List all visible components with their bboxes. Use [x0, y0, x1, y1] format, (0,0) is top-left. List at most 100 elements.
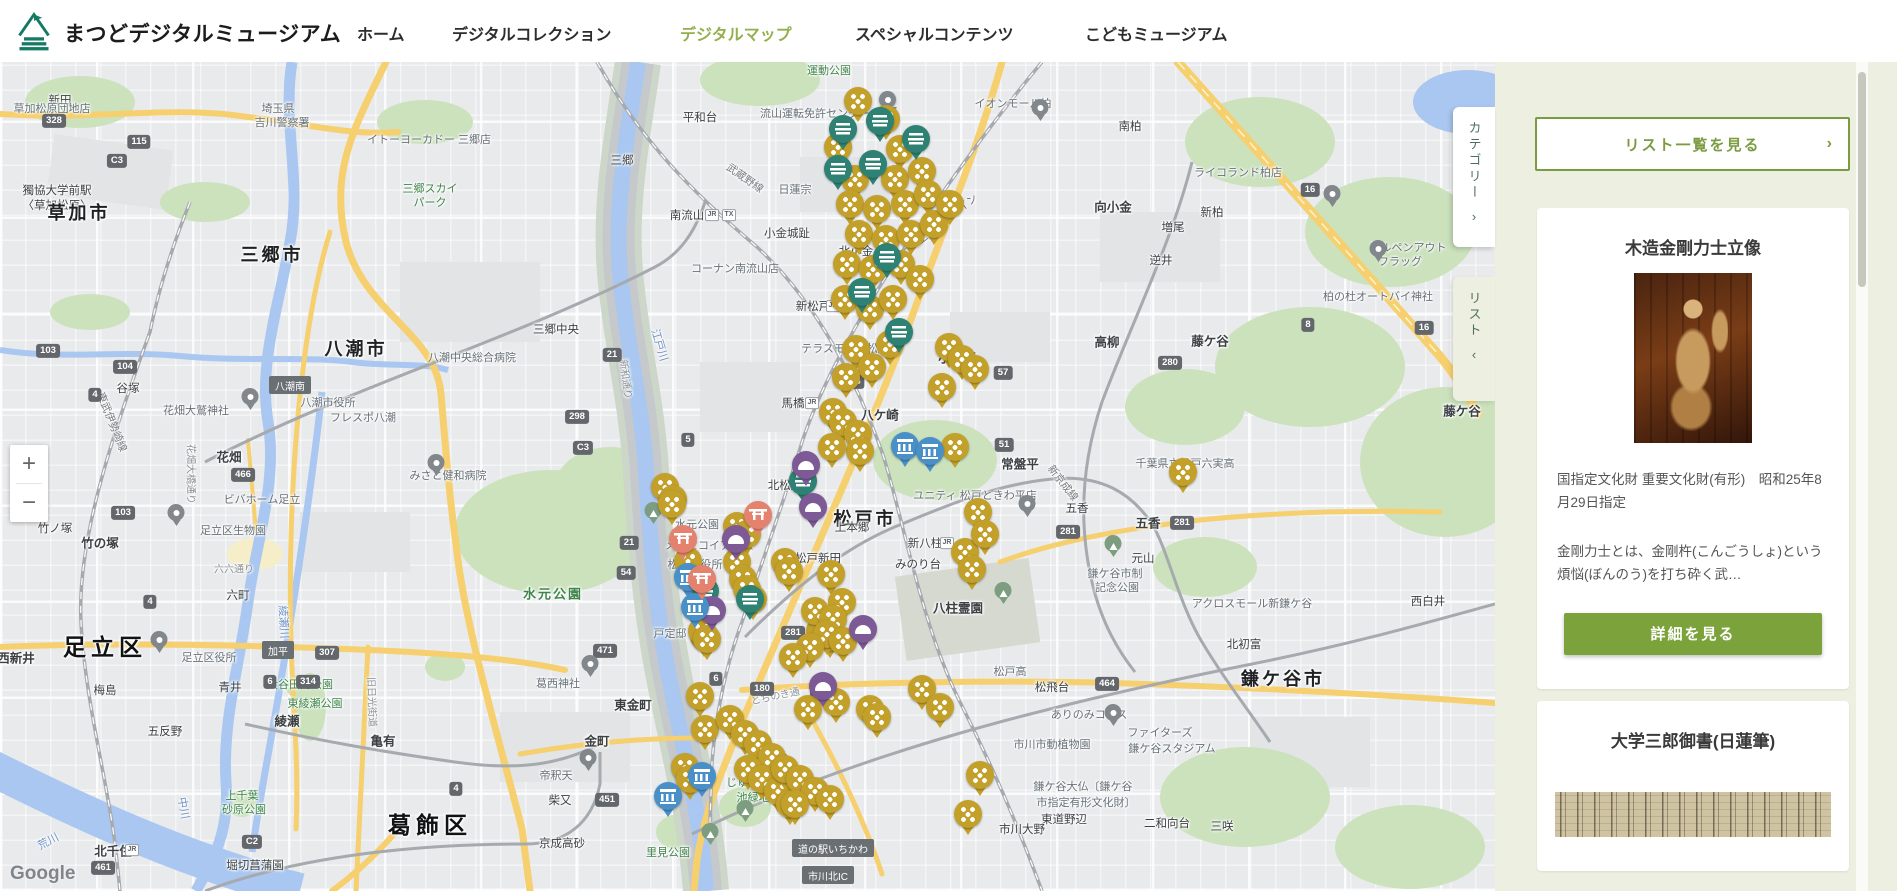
- map-label: みのり台: [895, 559, 941, 571]
- marker-blue-museum[interactable]: [916, 437, 944, 472]
- sidebar-scrollbar[interactable]: [1856, 62, 1868, 891]
- poi-paw-icon[interactable]: [1104, 704, 1122, 726]
- marker-gold-dots[interactable]: [818, 433, 846, 468]
- marker-coral-torii[interactable]: [744, 501, 772, 536]
- nav-kids-museum[interactable]: こどもミュージアム: [1085, 21, 1228, 45]
- marker-teal-storehouse[interactable]: [873, 243, 901, 278]
- marker-blue-museum[interactable]: [654, 782, 682, 817]
- poi-tree-icon[interactable]: [994, 582, 1012, 604]
- marker-gold-dots[interactable]: [686, 682, 714, 717]
- item-card-kongorikishi[interactable]: 木造金剛力士立像 国指定文化財 重要文化財(有形) 昭和25年8月29日指定 金…: [1537, 208, 1849, 689]
- marker-coral-torii[interactable]: [669, 525, 697, 560]
- zoom-in-button[interactable]: +: [10, 445, 48, 483]
- poi-bag-icon[interactable]: [1323, 185, 1341, 207]
- nav-digital-map[interactable]: デジタルマップ: [680, 21, 792, 45]
- marker-gold-dots[interactable]: [906, 265, 934, 300]
- map-label: 足立区: [63, 634, 147, 660]
- marker-gold-dots[interactable]: [961, 355, 989, 390]
- item-card-goshos[interactable]: 大学三郎御書(日蓮筆): [1537, 700, 1849, 871]
- route-shield: 103: [36, 343, 60, 359]
- marker-gold-dots[interactable]: [954, 800, 982, 835]
- rail-line-chip: JR: [125, 844, 139, 856]
- route-shield: 281: [1170, 515, 1194, 531]
- poi-tree-icon[interactable]: [701, 823, 719, 845]
- route-shield: 451: [595, 792, 619, 808]
- map-label: 帝釈天: [539, 770, 573, 782]
- marker-gold-dots[interactable]: [832, 363, 860, 398]
- map-label: 梅島: [93, 685, 117, 697]
- marker-teal-storehouse[interactable]: [829, 115, 857, 150]
- poi-hospital-icon[interactable]: [427, 454, 445, 476]
- marker-gold-dots[interactable]: [816, 785, 844, 820]
- map-label: 高柳: [1094, 335, 1120, 350]
- marker-gold-dots[interactable]: [779, 643, 807, 678]
- marker-gold-dots[interactable]: [775, 557, 803, 592]
- route-shield: 280: [1158, 355, 1182, 371]
- map-label: 竹ノ塚: [37, 523, 73, 535]
- marker-coral-torii[interactable]: [688, 565, 716, 600]
- map-label: 記念公園: [1095, 582, 1139, 594]
- poi-bag-icon[interactable]: [1031, 99, 1049, 121]
- marker-gold-dots[interactable]: [1169, 458, 1197, 493]
- marker-purple-fan[interactable]: [849, 615, 877, 650]
- marker-teal-storehouse[interactable]: [859, 150, 887, 185]
- route-shield: 103: [111, 505, 135, 521]
- marker-gold-dots[interactable]: [781, 790, 809, 825]
- marker-gold-dots[interactable]: [966, 761, 994, 796]
- poi-paw-icon[interactable]: [167, 504, 185, 526]
- marker-gold-dots[interactable]: [958, 555, 986, 590]
- marker-teal-storehouse[interactable]: [885, 318, 913, 353]
- marker-gold-dots[interactable]: [658, 490, 686, 525]
- card-padding: [1537, 655, 1849, 689]
- nav-home[interactable]: ホーム: [357, 21, 405, 45]
- marker-gold-dots[interactable]: [971, 520, 999, 555]
- marker-purple-fan[interactable]: [809, 672, 837, 707]
- tab-category[interactable]: カテゴリー ›: [1453, 107, 1495, 247]
- marker-gold-dots[interactable]: [879, 285, 907, 320]
- brand[interactable]: まつどデジタルミュージアム: [14, 9, 341, 56]
- poi-bag-icon[interactable]: [1369, 240, 1387, 262]
- poi-torii-icon[interactable]: [241, 388, 259, 410]
- rail-line-chip: JR: [805, 397, 819, 409]
- poi-tree-icon[interactable]: [1104, 535, 1122, 557]
- marker-gold-dots[interactable]: [691, 715, 719, 750]
- poi-manji-icon[interactable]: [579, 749, 597, 771]
- map-canvas[interactable]: + − Google 新田 草加松原団地店 埼玉県 吉川警察署 イトーヨーカドー 三郷店…: [0, 62, 1495, 891]
- zoom-out-button[interactable]: −: [10, 484, 48, 522]
- marker-gold-dots[interactable]: [941, 433, 969, 468]
- marker-purple-fan[interactable]: [792, 451, 820, 486]
- route-shield: 21: [619, 535, 639, 551]
- marker-teal-storehouse[interactable]: [848, 278, 876, 313]
- map-label: 市指定有形文化財〕: [1036, 797, 1136, 809]
- tab-list[interactable]: リスト ‹: [1453, 277, 1495, 401]
- map-label: 八柱霊園: [932, 601, 984, 616]
- marker-gold-dots[interactable]: [928, 373, 956, 408]
- route-shield: 54: [616, 565, 636, 581]
- marker-teal-storehouse[interactable]: [824, 155, 852, 190]
- marker-blue-museum[interactable]: [688, 762, 716, 797]
- route-shield: 8: [1301, 317, 1315, 333]
- marker-gold-dots[interactable]: [936, 190, 964, 225]
- marker-teal-storehouse[interactable]: [902, 125, 930, 160]
- route-shield: 6: [263, 674, 277, 690]
- map-label: 京成高砂: [539, 838, 585, 850]
- poi-tree-icon[interactable]: [736, 800, 754, 822]
- poi-bag-icon[interactable]: [1018, 495, 1036, 517]
- map-label: 市川市動植物園: [1013, 739, 1091, 751]
- map-label: 向小金: [1094, 200, 1132, 215]
- marker-teal-storehouse[interactable]: [736, 585, 764, 620]
- poi-target-icon[interactable]: [150, 631, 168, 653]
- sidebar-scrollbar-thumb[interactable]: [1858, 72, 1866, 287]
- map-label: 鎌ケ谷スタジアム: [1128, 743, 1216, 755]
- nav-special-contents[interactable]: スペシャルコンテンツ: [855, 21, 1014, 45]
- marker-blue-museum[interactable]: [891, 432, 919, 467]
- marker-teal-storehouse[interactable]: [866, 107, 894, 142]
- poi-torii-icon[interactable]: [581, 655, 599, 677]
- marker-gold-dots[interactable]: [846, 437, 874, 472]
- marker-gold-dots[interactable]: [863, 703, 891, 738]
- nav-digital-collection[interactable]: デジタルコレクション: [452, 21, 611, 45]
- detail-button[interactable]: 詳細を見る: [1564, 612, 1822, 655]
- marker-gold-dots[interactable]: [926, 693, 954, 728]
- marker-purple-fan[interactable]: [799, 493, 827, 528]
- view-list-button[interactable]: リスト一覧を見る ›: [1535, 117, 1850, 171]
